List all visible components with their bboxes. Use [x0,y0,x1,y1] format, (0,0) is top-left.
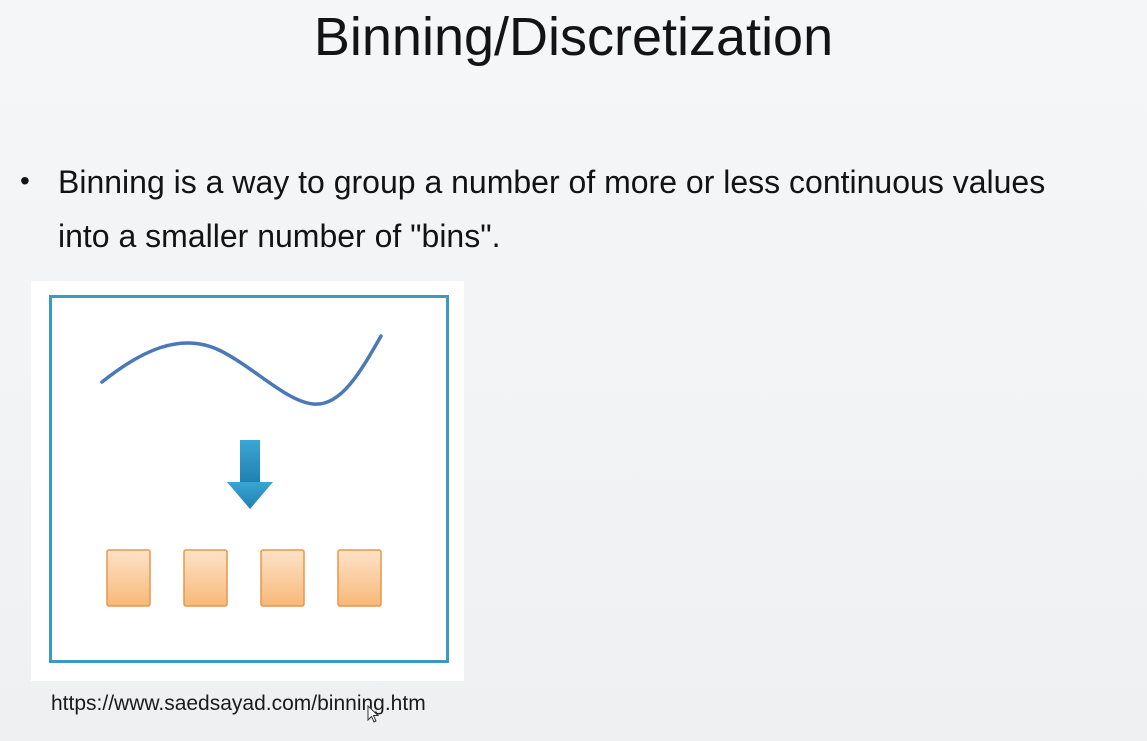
bullet-list: • Binning is a way to group a number of … [14,155,1139,263]
slide-title: Binning/Discretization [313,7,834,67]
bullet-text-line-2: into a smaller number of "bins". [58,218,501,254]
bin-box [183,549,228,607]
binning-figure [31,281,464,681]
bullet-dot-icon: • [20,165,30,196]
bin-box [106,549,151,607]
binning-illustration [100,334,383,607]
bullet-text-line-1: Binning is a way to group a number of mo… [58,164,1046,200]
bin-box [337,549,382,607]
bin-box [260,549,305,607]
bins-row [106,549,382,607]
continuous-curve [100,334,383,406]
down-arrow-icon [227,440,273,509]
mouse-cursor-icon [367,705,379,723]
bullet-item: • Binning is a way to group a number of … [14,155,1139,263]
